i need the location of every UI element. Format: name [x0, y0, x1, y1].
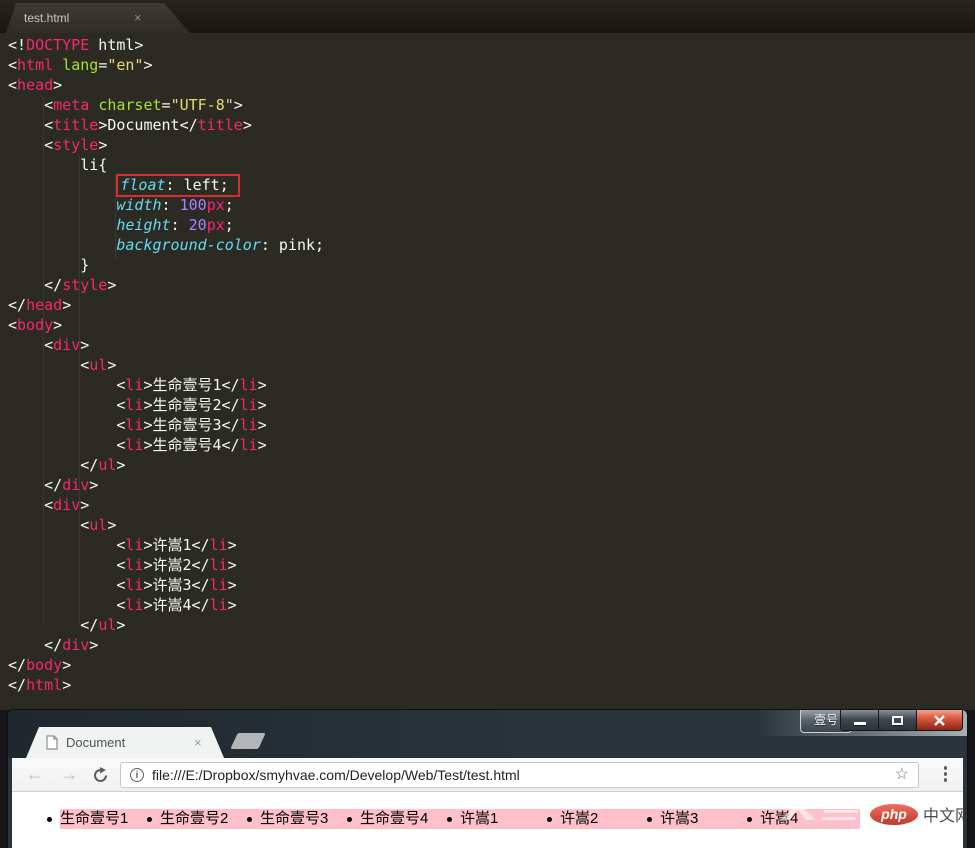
- code-line: </html>: [8, 675, 324, 695]
- menu-icon[interactable]: [944, 766, 948, 782]
- code-line: float: left;: [8, 175, 324, 195]
- maximize-button[interactable]: [879, 710, 916, 731]
- browser-tab-document[interactable]: Document ×: [26, 727, 224, 758]
- list-item-label: 生命壹号2: [160, 810, 228, 827]
- code-line: </body>: [8, 655, 324, 675]
- browser-title-bar: 壹号 Document ×: [8, 710, 967, 758]
- editor-tab-close-icon[interactable]: ×: [134, 3, 142, 33]
- browser-toolbar: ← → i ☆: [12, 758, 963, 792]
- list-item: 生命壹号3: [260, 809, 360, 829]
- code-line: <ul>: [8, 515, 324, 535]
- code-line: <head>: [8, 75, 324, 95]
- forward-icon[interactable]: →: [60, 762, 78, 786]
- code-line: <!DOCTYPE html>: [8, 35, 324, 55]
- code-line: <li>许嵩1</li>: [8, 535, 324, 555]
- code-line: height: 20px;: [8, 215, 324, 235]
- float-annotation-box: float: left;: [116, 174, 239, 197]
- watermark-site-name: 中文网: [923, 802, 963, 826]
- reload-icon[interactable]: [92, 766, 109, 790]
- list-item-label: 许嵩2: [560, 810, 598, 827]
- code-line: li{: [8, 155, 324, 175]
- list-item: 生命壹号1: [60, 809, 160, 829]
- back-icon[interactable]: ←: [26, 762, 44, 786]
- code-line: <style>: [8, 135, 324, 155]
- editor-tab-bar: test.html ×: [0, 0, 975, 33]
- list-item: 许嵩3: [660, 809, 760, 829]
- list-bullet-icon: [447, 817, 452, 822]
- code-line: <body>: [8, 315, 324, 335]
- code-line: <li>许嵩3</li>: [8, 575, 324, 595]
- list-item-label: 生命壹号1: [60, 810, 128, 827]
- list-bullet-icon: [647, 817, 652, 822]
- float-row: 生命壹号1生命壹号2生命壹号3生命壹号4许嵩1许嵩2许嵩3许嵩4: [60, 809, 860, 829]
- code-line: </ul>: [8, 615, 324, 635]
- bookmark-star-icon[interactable]: ☆: [895, 767, 909, 783]
- code-line: <ul>: [8, 355, 324, 375]
- code-line: <li>生命壹号4</li>: [8, 435, 324, 455]
- code-line: <div>: [8, 335, 324, 355]
- watermark-ghost-shape: [821, 803, 861, 820]
- code-line: <li>许嵩2</li>: [8, 555, 324, 575]
- info-icon[interactable]: i: [130, 768, 144, 782]
- maximize-icon: [892, 716, 903, 725]
- list-bullet-icon: [147, 817, 152, 822]
- omnibox[interactable]: i ☆: [120, 762, 919, 788]
- code-line: <title>Document</title>: [8, 115, 324, 135]
- list-item-label: 生命壹号3: [260, 810, 328, 827]
- editor-tab-test-html[interactable]: test.html ×: [6, 3, 190, 33]
- code-line: <html lang="en">: [8, 55, 324, 75]
- code-line: </div>: [8, 475, 324, 495]
- code-line: <li>生命壹号1</li>: [8, 375, 324, 395]
- code-line: </ul>: [8, 455, 324, 475]
- code-area[interactable]: <!DOCTYPE html><html lang="en"><head> <m…: [8, 35, 324, 695]
- code-line: }: [8, 255, 324, 275]
- window-controls: [840, 710, 963, 731]
- list-item: 许嵩2: [560, 809, 660, 829]
- code-line: background-color: pink;: [8, 235, 324, 255]
- list-bullet-icon: [47, 817, 52, 822]
- code-line: </style>: [8, 275, 324, 295]
- list-item: 许嵩1: [460, 809, 560, 829]
- code-editor: test.html × <!DOCTYPE html><html lang="e…: [0, 0, 975, 710]
- page-favicon-icon: [46, 735, 58, 750]
- minimize-icon: [854, 722, 866, 725]
- list-item: 生命壹号2: [160, 809, 260, 829]
- list-item-label: 许嵩1: [460, 810, 498, 827]
- list-item-label: 生命壹号4: [360, 810, 428, 827]
- code-line: <div>: [8, 495, 324, 515]
- rendered-page: 生命壹号1生命壹号2生命壹号3生命壹号4许嵩1许嵩2许嵩3许嵩4 php 中文网: [12, 793, 963, 848]
- editor-tab-title: test.html: [24, 11, 69, 25]
- minimize-button[interactable]: [840, 710, 879, 731]
- browser-tab-title: Document: [66, 735, 125, 750]
- browser-tab-close-icon[interactable]: ×: [194, 727, 202, 758]
- code-line: </head>: [8, 295, 324, 315]
- close-icon: [933, 715, 946, 726]
- code-line: <meta charset="UTF-8">: [8, 95, 324, 115]
- code-line: <li>生命壹号2</li>: [8, 395, 324, 415]
- code-line: width: 100px;: [8, 195, 324, 215]
- browser-window: 壹号 Document × ← →: [8, 710, 967, 848]
- code-line: <li>生命壹号3</li>: [8, 415, 324, 435]
- browser-body: ← → i ☆ 生命壹号1生命壹号2生命壹号3生命壹号4许嵩1许嵩2许嵩3许嵩4…: [12, 758, 963, 848]
- list-item-label: 许嵩3: [660, 810, 698, 827]
- list-bullet-icon: [547, 817, 552, 822]
- list-item: 生命壹号4: [360, 809, 460, 829]
- site-watermark: php 中文网: [870, 802, 963, 826]
- address-bar[interactable]: [152, 767, 895, 783]
- code-line: <li>许嵩4</li>: [8, 595, 324, 615]
- list-bullet-icon: [347, 817, 352, 822]
- code-line: </div>: [8, 635, 324, 655]
- php-logo: php: [870, 804, 918, 825]
- list-bullet-icon: [247, 817, 252, 822]
- list-bullet-icon: [747, 817, 752, 822]
- new-tab-button[interactable]: [230, 733, 265, 749]
- close-button[interactable]: [916, 710, 963, 731]
